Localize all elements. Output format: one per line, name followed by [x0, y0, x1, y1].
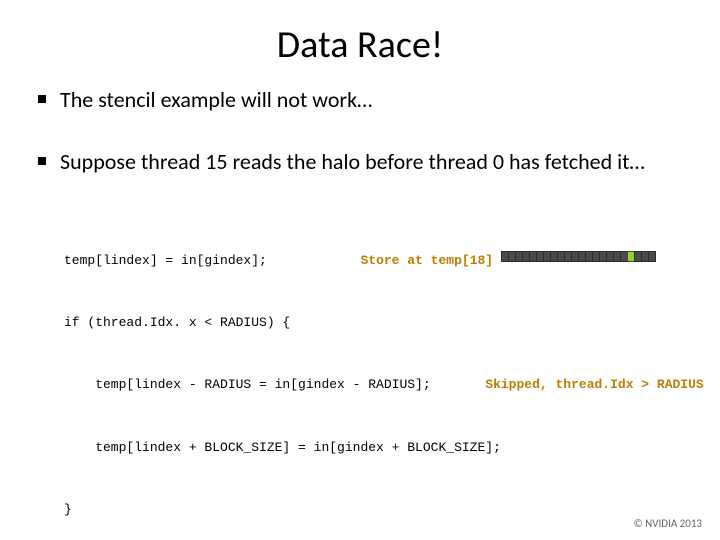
memory-strip-1	[501, 251, 655, 272]
annotation-store: Store at temp[18]	[360, 251, 493, 272]
code-line-3: temp[lindex - RADIUS = in[gindex - RADIU…	[64, 375, 431, 396]
code-line-5: }	[64, 500, 688, 521]
slide-title: Data Race!	[0, 0, 720, 68]
code-block: temp[lindex] = in[gindex]; Store at temp…	[64, 209, 688, 540]
spacer	[431, 375, 486, 396]
slide-body: The stencil example will not work… Suppo…	[0, 68, 720, 540]
code-line-1: temp[lindex] = in[gindex];	[64, 251, 267, 272]
code-line-2: if (thread.Idx. x < RADIUS) {	[64, 313, 688, 334]
bullet-1: The stencil example will not work…	[38, 86, 688, 114]
spacer	[493, 251, 501, 272]
bullet-2: Suppose thread 15 reads the halo before …	[38, 148, 688, 176]
memory-cell	[648, 251, 656, 262]
copyright-text: © NVIDIA 2013	[634, 517, 702, 530]
code-line-4: temp[lindex + BLOCK_SIZE] = in[gindex + …	[64, 438, 688, 459]
spacer	[267, 251, 361, 272]
annotation-skipped: Skipped, thread.Idx > RADIUS	[485, 375, 703, 396]
